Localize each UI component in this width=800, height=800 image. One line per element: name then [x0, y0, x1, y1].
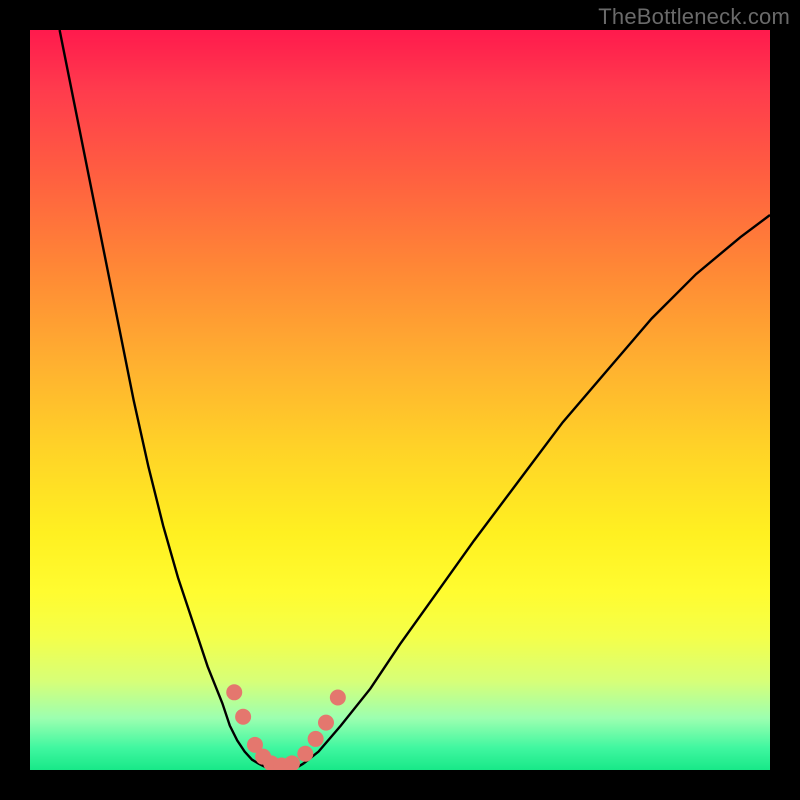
dot-floor-3: [284, 755, 300, 770]
dot-left-mid: [235, 709, 251, 725]
dot-right-low1: [297, 746, 313, 762]
curve-right-branch: [304, 215, 770, 763]
dot-left-upper: [226, 684, 242, 700]
dot-right-upper: [330, 689, 346, 705]
plot-area: [30, 30, 770, 770]
dot-right-mid: [318, 715, 334, 731]
marker-group: [226, 684, 346, 770]
curve-left-branch: [60, 30, 260, 764]
watermark-text: TheBottleneck.com: [598, 4, 790, 30]
dot-right-low2: [308, 731, 324, 747]
outer-frame: TheBottleneck.com: [0, 0, 800, 800]
chart-svg: [30, 30, 770, 770]
